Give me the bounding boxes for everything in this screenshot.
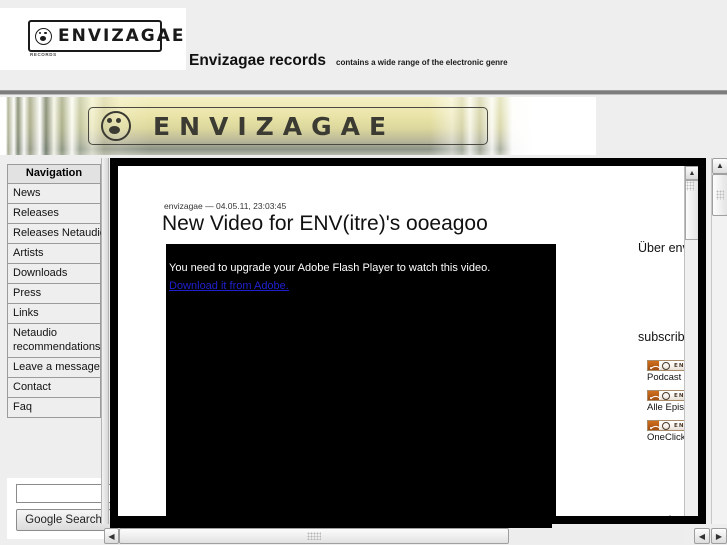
banner-wordmark: ENVIZAGAE — [153, 111, 396, 141]
navigation-heading: Navigation — [8, 165, 100, 184]
scroll-up-arrow-icon[interactable]: ▲ — [685, 166, 698, 180]
search-widget: Google Search — [7, 478, 111, 539]
banner-logo-frame: ENVIZAGAE — [88, 107, 488, 145]
google-search-button[interactable]: Google Search — [16, 509, 111, 531]
sidebar-item-press[interactable]: Press — [8, 284, 100, 304]
page-root: ENVIZAGAE RECORDS Envizagae records cont… — [0, 0, 727, 545]
flash-upgrade-message: You need to upgrade your Adobe Flash Pla… — [169, 262, 491, 274]
sidebar: Navigation News Releases Releases Netaud… — [0, 158, 111, 539]
site-header: ENVIZAGAE RECORDS Envizagae records cont… — [0, 0, 727, 95]
hscroll-left-arrow-icon[interactable]: ◀ — [104, 528, 119, 544]
logo-sublabel: RECORDS — [30, 52, 57, 57]
page-horizontal-scrollbar[interactable]: ◀ ◀ ▶ — [104, 528, 727, 545]
logo-frame: ENVIZAGAE — [28, 20, 184, 52]
sidebar-item-leave-a-message[interactable]: Leave a message — [8, 358, 100, 378]
smiley-face-icon — [662, 391, 670, 400]
post-meta: envizagae — 04.05.11, 23:03:45 — [164, 201, 287, 211]
smiley-face-icon — [662, 421, 670, 430]
frame-bottom-edge — [110, 516, 552, 528]
logo-wordmark: ENVIZAGAE — [58, 26, 186, 46]
smiley-face-icon — [35, 27, 52, 45]
sidebar-item-downloads[interactable]: Downloads — [8, 264, 100, 284]
content-iframe: envizagae — 04.05.11, 23:03:45 New Video… — [110, 158, 706, 524]
rss-icon — [648, 391, 659, 400]
header-divider — [0, 90, 727, 95]
post-title: New Video for ENV(itre)'s ooeagoo — [162, 212, 488, 235]
sidebar-item-releases-netaudio[interactable]: Releases Netaudio — [8, 224, 106, 244]
scroll-thumb-grip-icon — [686, 181, 694, 191]
sidebar-item-news[interactable]: News — [8, 184, 100, 204]
sidebar-item-releases[interactable]: Releases — [8, 204, 100, 224]
hscroll-thumb[interactable] — [119, 528, 509, 544]
page-scroll-thumb[interactable] — [712, 174, 727, 216]
site-tagline: contains a wide range of the electronic … — [336, 58, 508, 67]
smiley-face-icon — [101, 111, 131, 141]
scroll-thumb-grip-icon — [716, 190, 724, 200]
scroll-thumb-grip-icon — [307, 532, 321, 540]
sidebar-item-links[interactable]: Links — [8, 304, 100, 324]
rss-icon — [648, 361, 659, 370]
hscroll-step-left-arrow-icon[interactable]: ◀ — [694, 528, 710, 544]
sidebar-item-netaudio-recommendations[interactable]: Netaudio recommendations — [8, 324, 100, 358]
site-banner: ENVIZAGAE — [0, 97, 596, 155]
iframe-vertical-scrollbar[interactable]: ▲ — [684, 166, 698, 516]
download-flash-link[interactable]: Download it from Adobe. — [169, 280, 289, 292]
navigation-menu: Navigation News Releases Releases Netaud… — [7, 164, 106, 418]
search-input[interactable] — [16, 484, 111, 503]
sidebar-item-artists[interactable]: Artists — [8, 244, 100, 264]
sidebar-item-contact[interactable]: Contact — [8, 378, 100, 398]
hscroll-step-right-arrow-icon[interactable]: ▶ — [711, 528, 727, 544]
page-vertical-scrollbar[interactable]: ▲ — [711, 158, 727, 524]
page-scroll-up-arrow-icon[interactable]: ▲ — [712, 158, 727, 174]
iframe-scroll-thumb[interactable] — [685, 180, 698, 240]
page-title: Envizagae records — [189, 52, 326, 69]
rss-icon — [648, 421, 659, 430]
hscroll-track[interactable] — [119, 528, 684, 544]
iframe-document: envizagae — 04.05.11, 23:03:45 New Video… — [118, 166, 698, 516]
sidebar-item-faq[interactable]: Faq — [8, 398, 100, 418]
smiley-face-icon — [662, 361, 670, 370]
flash-video-placeholder[interactable]: You need to upgrade your Adobe Flash Pla… — [166, 244, 556, 516]
logo-container[interactable]: ENVIZAGAE RECORDS — [0, 8, 186, 70]
frame-left-gutter-scrollbar[interactable] — [101, 158, 109, 524]
